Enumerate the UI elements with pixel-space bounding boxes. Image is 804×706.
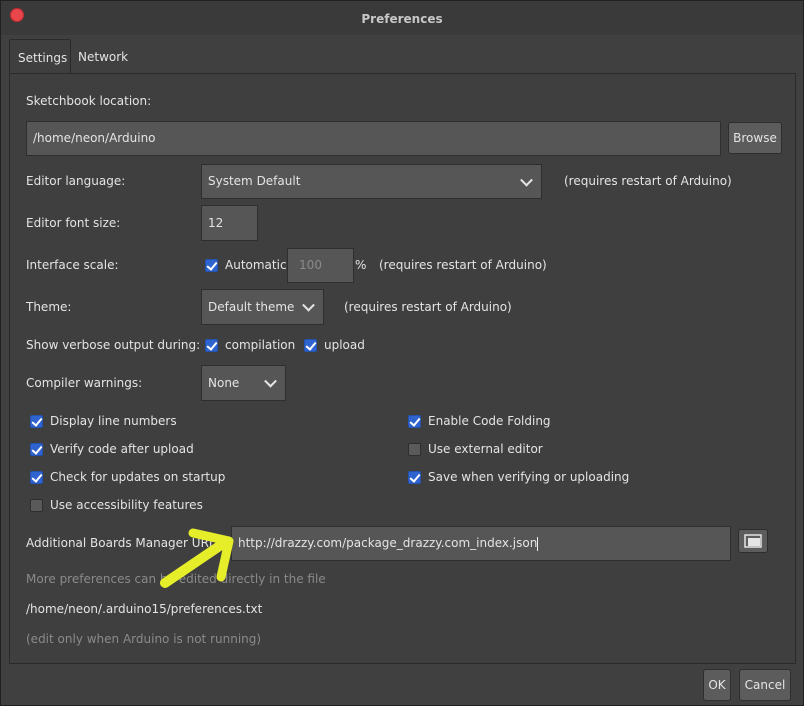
window-title: Preferences (361, 12, 443, 26)
interface-scale-unit: % (355, 258, 367, 272)
verbose-compilation-checkbox[interactable] (205, 339, 218, 352)
editor-font-size-label: Editor font size: (26, 216, 121, 230)
browse-button[interactable]: Browse (728, 122, 782, 154)
compiler-warnings-label: Compiler warnings: (26, 376, 143, 390)
editor-language-note: (requires restart of Arduino) (564, 174, 732, 188)
cancel-button[interactable]: Cancel (739, 669, 791, 701)
chevron-down-icon (520, 173, 533, 187)
save-when-verifying-checkbox[interactable] (408, 471, 421, 484)
ok-button[interactable]: OK (703, 669, 731, 701)
title-bar: Preferences (1, 1, 803, 35)
compiler-warnings-select[interactable]: None (201, 365, 286, 401)
automatic-scale-label: Automatic (225, 258, 287, 272)
preferences-file-path: /home/neon/.arduino15/preferences.txt (26, 602, 263, 616)
use-external-editor-label: Use external editor (428, 442, 543, 456)
text-cursor (537, 536, 539, 551)
theme-select[interactable]: Default theme (201, 289, 324, 325)
interface-scale-label: Interface scale: (26, 258, 119, 272)
boards-manager-url-value: http://drazzy.com/package_drazzy.com_ind… (238, 536, 538, 550)
editor-language-label: Editor language: (26, 174, 126, 188)
use-external-editor-checkbox[interactable] (408, 443, 421, 456)
settings-panel: Sketchbook location: /home/neon/Arduino … (9, 73, 796, 664)
preferences-window: Preferences Settings Network Sketchbook … (0, 0, 804, 706)
interface-scale-note: (requires restart of Arduino) (379, 258, 547, 272)
annotation-arrow-icon (160, 528, 234, 588)
edit-urls-button[interactable] (738, 529, 768, 553)
theme-label: Theme: (26, 300, 72, 314)
sketchbook-location-field[interactable]: /home/neon/Arduino (26, 121, 721, 156)
verbose-output-label: Show verbose output during: (26, 338, 201, 352)
accessibility-checkbox[interactable] (30, 499, 43, 512)
verify-after-upload-checkbox[interactable] (30, 443, 43, 456)
boards-manager-urls-input[interactable]: http://drazzy.com/package_drazzy.com_ind… (231, 526, 731, 561)
chevron-down-icon (264, 374, 277, 388)
compiler-warnings-value: None (208, 376, 240, 390)
accessibility-label: Use accessibility features (50, 498, 203, 512)
display-line-numbers-checkbox[interactable] (30, 415, 43, 428)
theme-value: Default theme (208, 300, 295, 314)
verify-after-upload-label: Verify code after upload (50, 442, 194, 456)
display-line-numbers-label: Display line numbers (50, 414, 177, 428)
check-updates-label: Check for updates on startup (50, 470, 226, 484)
save-when-verifying-label: Save when verifying or uploading (428, 470, 630, 484)
enable-code-folding-checkbox[interactable] (408, 415, 421, 428)
editor-language-select[interactable]: System Default (201, 164, 542, 199)
verbose-compilation-label: compilation (225, 338, 296, 352)
verbose-upload-checkbox[interactable] (304, 339, 317, 352)
chevron-down-icon (302, 298, 315, 312)
editor-font-size-input[interactable]: 12 (201, 205, 258, 241)
enable-code-folding-label: Enable Code Folding (428, 414, 551, 428)
sketchbook-label: Sketchbook location: (26, 94, 152, 108)
window-icon (744, 534, 762, 548)
interface-scale-input: 100 (287, 248, 354, 283)
edit-note: (edit only when Arduino is not running) (26, 632, 262, 646)
theme-note: (requires restart of Arduino) (344, 300, 512, 314)
tab-network[interactable]: Network (70, 39, 136, 73)
check-updates-checkbox[interactable] (30, 471, 43, 484)
verbose-upload-label: upload (324, 338, 365, 352)
tab-settings[interactable]: Settings (9, 39, 71, 74)
automatic-scale-checkbox[interactable] (205, 259, 218, 272)
editor-language-value: System Default (208, 174, 301, 188)
